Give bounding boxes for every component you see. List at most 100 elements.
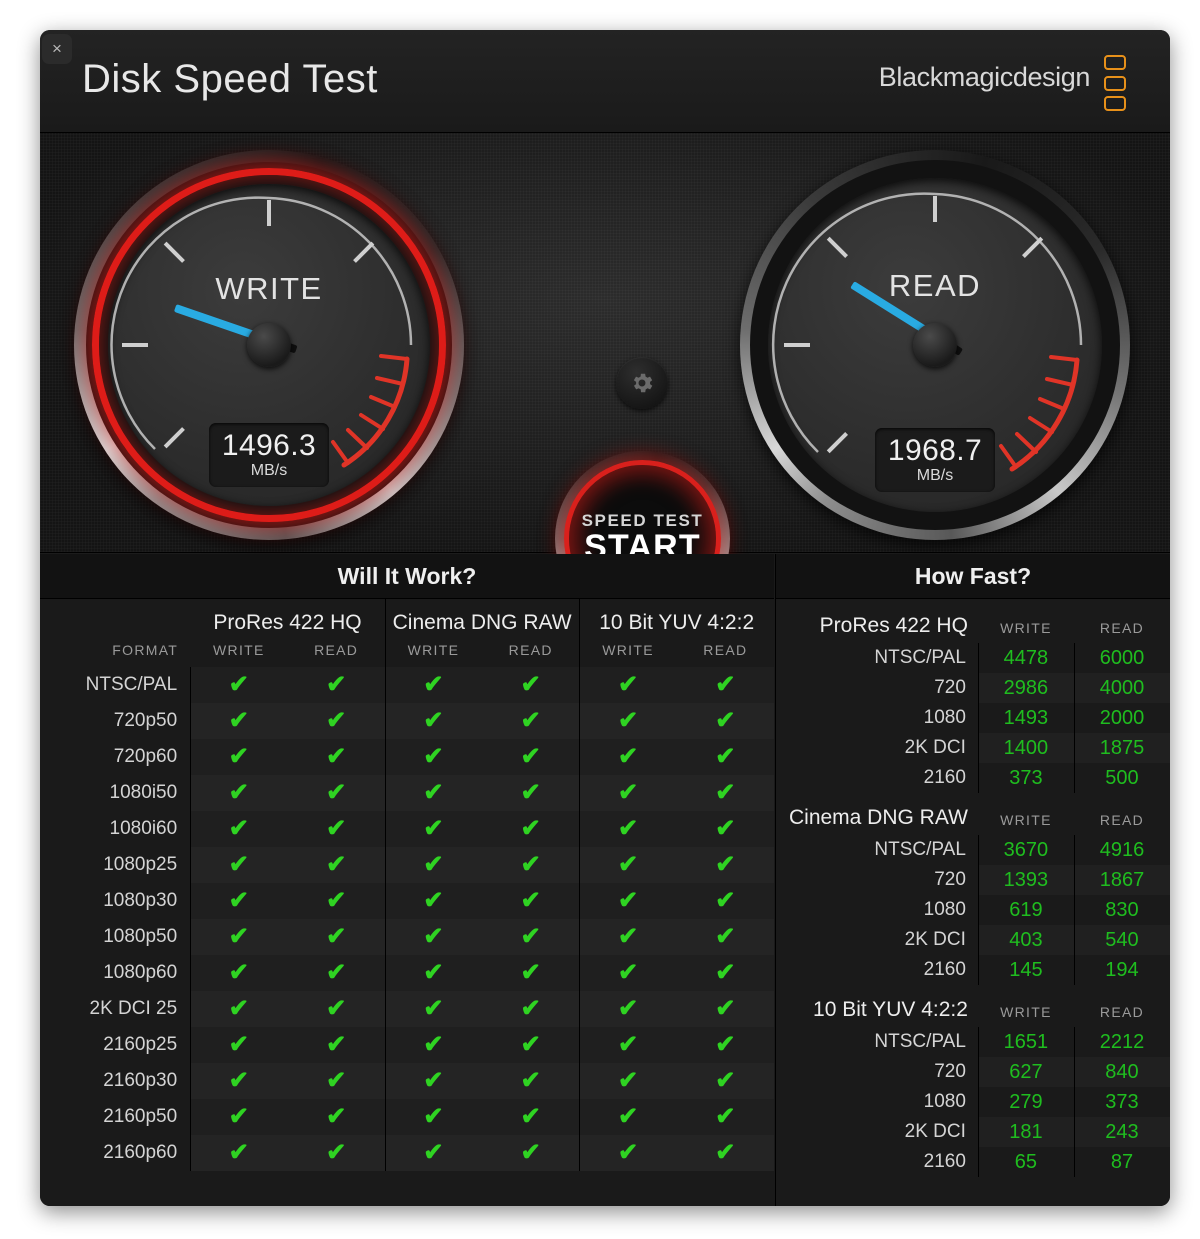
check-icon: ✔ bbox=[228, 887, 249, 914]
check-icon: ✔ bbox=[715, 1139, 736, 1166]
support-cell: ✔ bbox=[579, 919, 677, 955]
support-cell: ✔ bbox=[384, 883, 483, 919]
support-cell: ✔ bbox=[482, 1099, 580, 1135]
support-cell: ✔ bbox=[287, 1027, 385, 1063]
check-icon: ✔ bbox=[617, 1139, 639, 1166]
will-it-work-header: ProRes 422 HQ Cinema DNG RAW 10 Bit YUV 4:… bbox=[40, 599, 774, 667]
resolution-label: NTSC/PAL bbox=[874, 839, 966, 860]
support-cell: ✔ bbox=[482, 811, 580, 847]
support-cell: ✔ bbox=[190, 1135, 288, 1171]
table-row: 720p60 ✔ ✔ ✔ ✔ ✔ ✔ bbox=[40, 739, 774, 775]
how-fast-section-header: 10 Bit YUV 4:2:2 WRITE READ bbox=[776, 985, 1170, 1027]
how-fast-row: 2K DCI 1400 1875 bbox=[776, 733, 1170, 763]
write-readout: 1496.3 MB/s bbox=[209, 422, 329, 487]
support-cell: ✔ bbox=[482, 739, 580, 775]
resolution-label: 1080 bbox=[923, 707, 966, 728]
how-fast-row: 720 1393 1867 bbox=[776, 865, 1170, 895]
read-speed-value: 830 bbox=[1074, 895, 1170, 925]
support-cell: ✔ bbox=[579, 739, 677, 775]
format-column-header: FORMAT bbox=[112, 642, 179, 658]
will-it-work-table: ProRes 422 HQ Cinema DNG RAW 10 Bit YUV 4:… bbox=[40, 599, 774, 1171]
write-gauge-hub bbox=[247, 323, 291, 367]
support-cell: ✔ bbox=[287, 883, 385, 919]
close-icon[interactable]: × bbox=[42, 34, 72, 64]
support-cell: ✔ bbox=[287, 1099, 385, 1135]
check-icon: ✔ bbox=[617, 923, 639, 950]
subheader-1-0: WRITE bbox=[385, 635, 482, 667]
write-gauge: WRITE 1496.3 MB/s bbox=[74, 150, 464, 540]
write-gauge-label: WRITE bbox=[215, 270, 323, 306]
table-row: 1080p25 ✔ ✔ ✔ ✔ ✔ ✔ bbox=[40, 847, 774, 883]
check-icon: ✔ bbox=[520, 671, 541, 698]
check-icon: ✔ bbox=[326, 743, 347, 770]
check-icon: ✔ bbox=[228, 1067, 249, 1094]
write-unit: MB/s bbox=[250, 461, 288, 479]
check-icon: ✔ bbox=[617, 743, 639, 770]
support-cell: ✔ bbox=[579, 1063, 677, 1099]
read-value: 1968.7 bbox=[887, 433, 983, 467]
support-cell: ✔ bbox=[482, 991, 580, 1027]
read-speed-value: 4000 bbox=[1073, 673, 1170, 703]
will-it-work-group-row: ProRes 422 HQ Cinema DNG RAW 10 Bit YUV 4:… bbox=[40, 599, 774, 635]
check-icon: ✔ bbox=[423, 959, 444, 986]
write-speed-value: 145 bbox=[978, 955, 1074, 985]
write-speed-value: 1393 bbox=[977, 865, 1074, 895]
write-speed-value: 1400 bbox=[977, 733, 1074, 763]
support-cell: ✔ bbox=[287, 811, 385, 847]
how-fast-section-header: ProRes 422 HQ WRITE READ bbox=[776, 601, 1170, 643]
format-label: 2160p50 bbox=[103, 1106, 178, 1127]
support-cell: ✔ bbox=[676, 919, 774, 955]
support-cell: ✔ bbox=[579, 811, 677, 847]
check-icon: ✔ bbox=[520, 779, 541, 806]
support-cell: ✔ bbox=[579, 883, 677, 919]
group-header-0: ProRes 422 HQ bbox=[213, 611, 362, 634]
resolution-label: NTSC/PAL bbox=[874, 647, 966, 668]
support-cell: ✔ bbox=[287, 667, 385, 703]
gear-icon[interactable] bbox=[616, 357, 668, 409]
check-icon: ✔ bbox=[715, 1103, 736, 1130]
check-icon: ✔ bbox=[617, 995, 639, 1022]
check-icon: ✔ bbox=[715, 779, 736, 806]
format-label: 1080i60 bbox=[109, 818, 178, 839]
write-speed-value: 4478 bbox=[978, 643, 1074, 673]
how-fast-body: ProRes 422 HQ WRITE READ NTSC/PAL 4478 6000 72… bbox=[776, 601, 1170, 1177]
resolution-label: 2160 bbox=[923, 1151, 966, 1172]
table-row: 1080i50 ✔ ✔ ✔ ✔ ✔ ✔ bbox=[40, 775, 774, 811]
table-row: 2160p25 ✔ ✔ ✔ ✔ ✔ ✔ bbox=[40, 1027, 774, 1063]
write-column-header: WRITE bbox=[1000, 811, 1052, 828]
format-label: 1080i50 bbox=[109, 782, 178, 803]
support-cell: ✔ bbox=[482, 775, 580, 811]
check-icon: ✔ bbox=[715, 851, 736, 878]
check-icon: ✔ bbox=[715, 923, 736, 950]
table-row: 2160p60 ✔ ✔ ✔ ✔ ✔ ✔ bbox=[40, 1135, 774, 1171]
support-cell: ✔ bbox=[482, 955, 580, 991]
check-icon: ✔ bbox=[715, 995, 736, 1022]
how-fast-row: 2160 373 500 bbox=[776, 763, 1170, 793]
check-icon: ✔ bbox=[715, 743, 736, 770]
read-speed-value: 1867 bbox=[1073, 865, 1170, 895]
check-icon: ✔ bbox=[617, 779, 639, 806]
check-icon: ✔ bbox=[520, 959, 541, 986]
blackmagic-logo-icon bbox=[1104, 55, 1134, 111]
resolution-label: 2160 bbox=[923, 959, 966, 980]
write-speed-value: 619 bbox=[978, 895, 1074, 925]
write-speed-value: 65 bbox=[978, 1147, 1074, 1177]
how-fast-row: NTSC/PAL 4478 6000 bbox=[776, 643, 1170, 673]
support-cell: ✔ bbox=[579, 1099, 677, 1135]
table-row: 1080p30 ✔ ✔ ✔ ✔ ✔ ✔ bbox=[40, 883, 774, 919]
resolution-label: 2K DCI bbox=[904, 737, 966, 758]
check-icon: ✔ bbox=[228, 743, 249, 770]
format-label: 2160p60 bbox=[103, 1142, 178, 1163]
support-cell: ✔ bbox=[482, 667, 580, 703]
will-it-work-corner bbox=[40, 599, 190, 635]
support-cell: ✔ bbox=[190, 1063, 288, 1099]
support-cell: ✔ bbox=[190, 703, 288, 739]
table-row: 720p50 ✔ ✔ ✔ ✔ ✔ ✔ bbox=[40, 703, 774, 739]
how-fast-row: 1080 619 830 bbox=[776, 895, 1170, 925]
format-label: 720p60 bbox=[113, 746, 178, 767]
check-icon: ✔ bbox=[520, 1103, 541, 1130]
read-column-header: READ bbox=[1099, 811, 1145, 828]
support-cell: ✔ bbox=[676, 703, 774, 739]
support-cell: ✔ bbox=[579, 847, 677, 883]
check-icon: ✔ bbox=[326, 1139, 347, 1166]
